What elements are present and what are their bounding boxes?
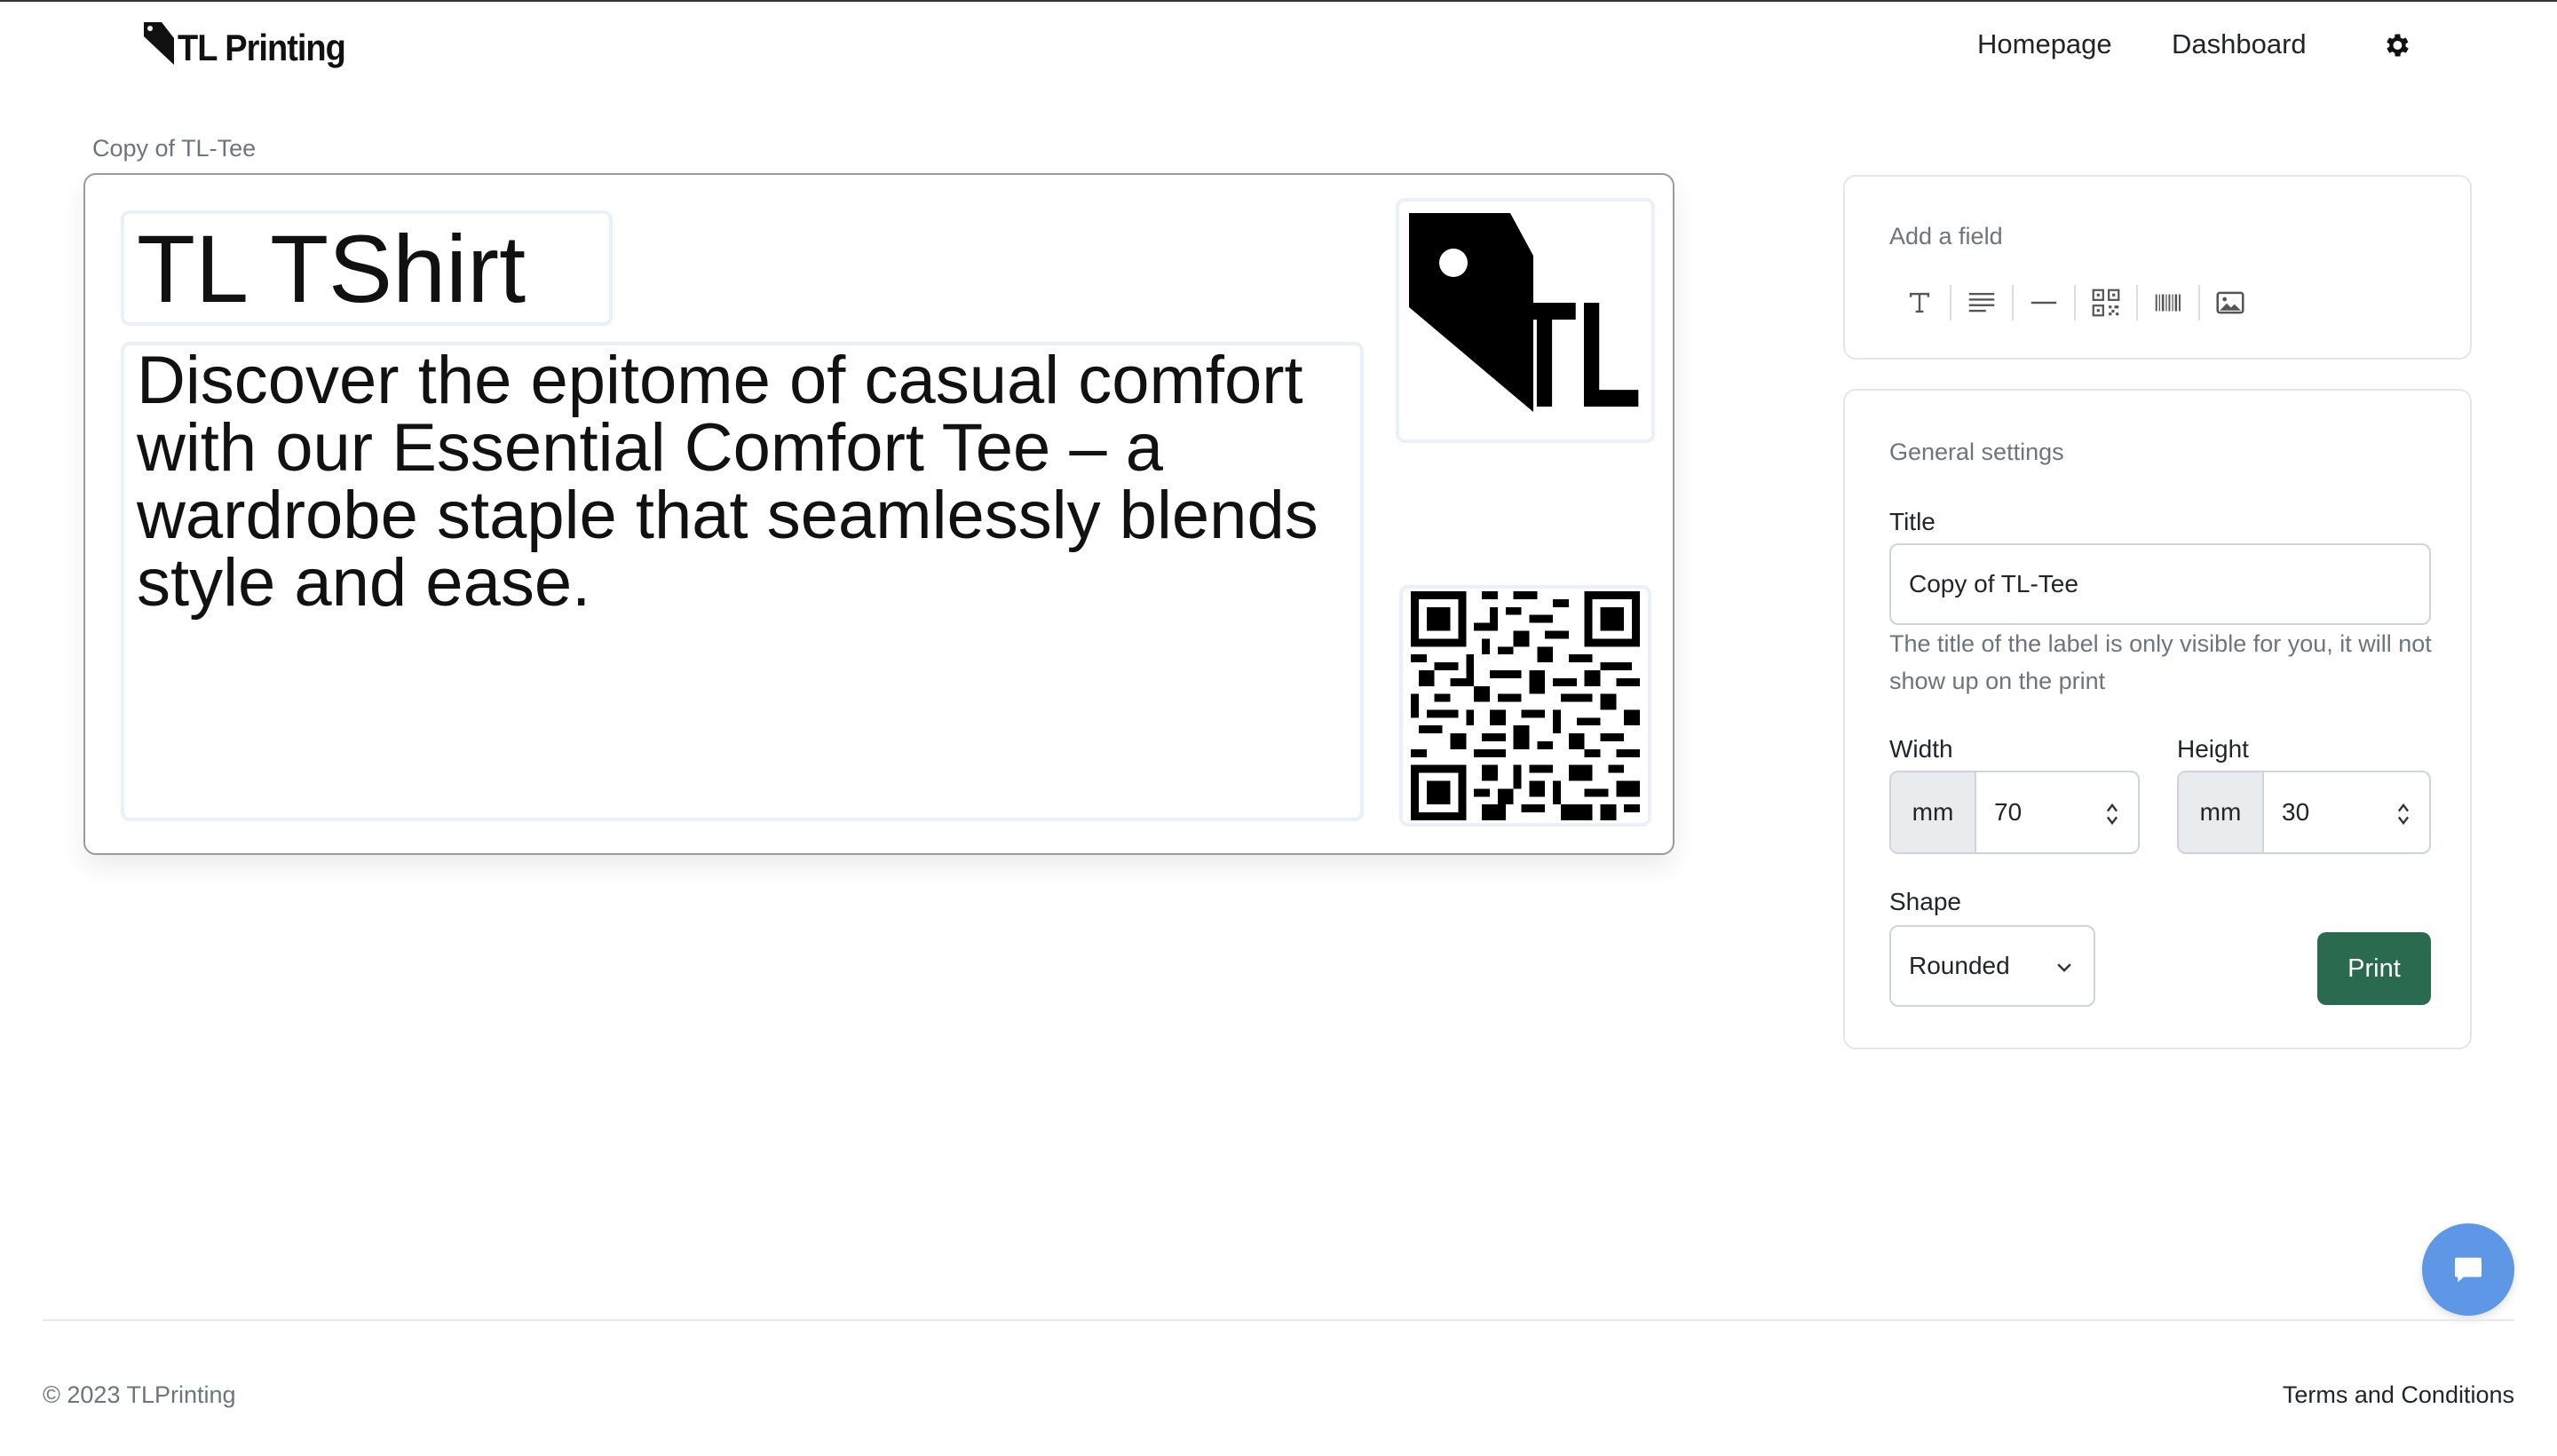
add-paragraph-button[interactable]	[1962, 283, 2001, 322]
barcode-icon	[2155, 294, 2181, 312]
divider-icon	[2031, 301, 2057, 305]
terms-link[interactable]: Terms and Conditions	[2283, 1381, 2514, 1409]
image-icon	[2216, 291, 2244, 314]
label-logo-text: TL	[1512, 271, 1642, 431]
general-settings-panel: General settings Title The title of the …	[1843, 389, 2472, 1049]
footer-copyright: © 2023 TLPrinting	[43, 1381, 236, 1408]
print-button[interactable]: Print	[2317, 932, 2431, 1005]
settings-heading: General settings	[1889, 439, 2064, 465]
text-icon	[1909, 292, 1930, 313]
toolbar-divider	[2074, 285, 2076, 320]
title-help-text: The title of the label is only visible f…	[1889, 630, 2432, 694]
width-input-group: mm 70	[1889, 771, 2140, 854]
stepper-icon[interactable]	[2104, 799, 2120, 829]
shape-label: Shape	[1889, 888, 1961, 915]
brand-logo[interactable]: TL Printing	[142, 18, 346, 70]
chevron-down-icon	[2057, 963, 2071, 972]
nav-homepage-link[interactable]: Homepage	[1977, 28, 2112, 60]
label-canvas: TL TShirt Discover the epitome of casual…	[83, 173, 1674, 855]
field-toolbar	[1900, 283, 2250, 322]
height-unit: mm	[2179, 772, 2264, 852]
toolbar-divider	[2012, 285, 2014, 320]
width-value: 70	[1994, 798, 2023, 826]
qr-code-icon	[2092, 289, 2120, 317]
add-divider-button[interactable]	[2024, 283, 2063, 322]
chat-icon	[2455, 1257, 2482, 1283]
width-unit: mm	[1891, 772, 1976, 852]
add-text-button[interactable]	[1900, 283, 1939, 322]
top-navbar: TL Printing Homepage Dashboard	[0, 2, 2557, 91]
chat-button[interactable]	[2422, 1223, 2514, 1316]
paragraph-icon	[1968, 292, 1995, 313]
label-qr-field[interactable]	[1399, 585, 1651, 827]
toolbar-divider	[2198, 285, 2200, 320]
height-input-group: mm 30	[2177, 771, 2431, 854]
stepper-icon[interactable]	[2395, 799, 2411, 829]
nav-dashboard-link[interactable]: Dashboard	[2172, 28, 2307, 60]
shape-select[interactable]: Rounded	[1889, 925, 2095, 1007]
brand-name: TL Printing	[178, 28, 346, 70]
toolbar-divider	[1950, 285, 1951, 320]
add-qr-button[interactable]	[2086, 283, 2126, 322]
add-barcode-button[interactable]	[2149, 283, 2188, 322]
height-input[interactable]: 30	[2264, 772, 2429, 852]
add-field-panel: Add a field	[1843, 175, 2472, 360]
title-label: Title	[1889, 508, 1936, 535]
qr-code-icon	[1411, 591, 1640, 820]
add-field-heading: Add a field	[1889, 223, 2003, 249]
add-image-button[interactable]	[2211, 283, 2250, 322]
footer-divider	[43, 1319, 2514, 1321]
toolbar-divider	[2136, 285, 2138, 320]
label-caption: Copy of TL-Tee	[92, 135, 257, 162]
label-title-field[interactable]: TL TShirt	[121, 210, 613, 326]
title-input[interactable]	[1889, 543, 2431, 625]
label-description-field[interactable]: Discover the epitome of casual comfort w…	[121, 342, 1364, 821]
tag-logo-icon	[144, 21, 174, 65]
height-value: 30	[2282, 798, 2310, 826]
shape-value: Rounded	[1909, 952, 2010, 979]
gear-icon[interactable]	[2381, 30, 2411, 60]
tag-logo-icon: TL	[1409, 213, 1642, 431]
width-input[interactable]: 70	[1976, 772, 2138, 852]
height-label: Height	[2177, 735, 2249, 763]
width-label: Width	[1889, 735, 1953, 763]
label-logo-field[interactable]: TL	[1396, 198, 1655, 443]
